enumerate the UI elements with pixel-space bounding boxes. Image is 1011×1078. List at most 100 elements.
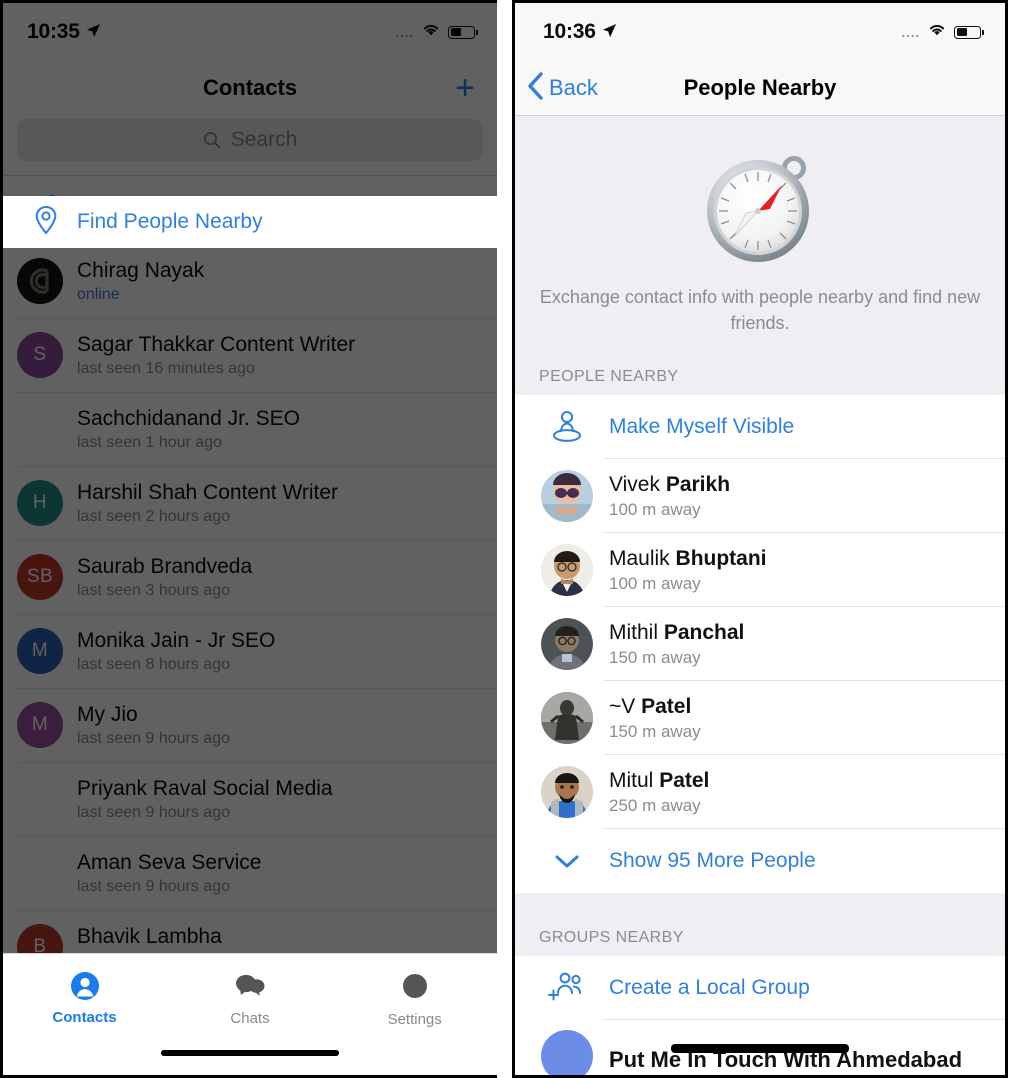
person-texts: ~V Patel 150 m away [609, 695, 701, 742]
find-people-nearby-row[interactable]: Find People Nearby [3, 196, 497, 248]
contact-name: Priyank Raval Social Media [77, 776, 333, 800]
page-title: Contacts [202, 75, 298, 100]
person-texts: Maulik Bhuptani 100 m away [609, 547, 767, 594]
contact-name: Monika Jain - Jr SEO [77, 628, 276, 652]
person-nearby-row[interactable]: Vivek Parikh 100 m away [515, 459, 1005, 534]
add-contact-button[interactable]: + [455, 71, 475, 105]
chevron-down-icon [541, 851, 593, 871]
status-indicators-right: .... [901, 22, 984, 42]
people-nearby-section-header: PEOPLE NEARBY [515, 358, 1005, 396]
wifi-icon [927, 22, 947, 42]
person-nearby-row[interactable]: Mitul Patel 250 m away [515, 755, 1005, 830]
search-placeholder: Search [230, 128, 298, 151]
person-nearby-row[interactable]: ~V Patel 150 m away [515, 681, 1005, 756]
contact-status: last seen 3 hours ago [77, 581, 230, 599]
person-distance: 100 m away [609, 573, 701, 593]
signal-dots-icon: .... [901, 24, 920, 40]
people-nearby-card: Make Myself Visible Vivek Parikh 100 m aw… [515, 395, 1005, 894]
hero-section: Exchange contact info with people nearby… [515, 116, 1005, 359]
person-distance: 250 m away [609, 795, 701, 815]
contact-status: last seen 9 hours ago [77, 729, 230, 747]
groups-nearby-section-header: GROUPS NEARBY [515, 919, 1005, 957]
home-indicator-top [161, 1050, 339, 1056]
section-gap [515, 893, 1005, 920]
contact-name: Aman Seva Service [77, 850, 262, 874]
chevron-left-icon [527, 71, 545, 106]
tab-settings[interactable]: Settings [332, 971, 497, 1028]
contact-status: last seen 16 minutes ago [77, 359, 255, 377]
hero-description: Exchange contact info with people nearby… [539, 287, 981, 333]
tab-settings-label: Settings [387, 1010, 442, 1028]
find-people-nearby-label: Find People Nearby [77, 210, 263, 233]
person-name: ~V Patel [609, 695, 701, 719]
right-nav-bar: Back People Nearby [515, 61, 1005, 116]
status-time: 10:35 [27, 20, 80, 43]
chat-bubbles-icon [234, 972, 266, 1005]
search-icon [203, 131, 221, 149]
person-name: Vivek Parikh [609, 473, 730, 497]
avatar: H [17, 480, 63, 526]
person-pin-icon [541, 408, 593, 446]
show-more-people-row[interactable]: Show 95 More People [515, 829, 1005, 893]
left-search-wrap: Search [3, 115, 497, 175]
search-input[interactable]: Search [17, 119, 483, 161]
person-last-name: Patel [641, 694, 692, 718]
contact-texts: Harshil Shah Content Writer last seen 2 h… [77, 481, 338, 526]
avatar: M [17, 628, 63, 674]
people-rows: Vivek Parikh 100 m away Maulik Bhuptani 100… [515, 459, 1005, 830]
contact-texts: My Jio last seen 9 hours ago [77, 703, 230, 748]
contact-texts: Saurab Brandveda last seen 3 hours ago [77, 555, 252, 600]
compass-icon [701, 148, 819, 271]
left-status-bar: 10:35 .... [3, 3, 497, 61]
tab-contacts-highlighted[interactable]: Contacts [33, 967, 136, 1029]
person-name: Maulik Bhuptani [609, 547, 767, 571]
person-circle-icon [70, 971, 100, 1006]
back-button[interactable]: Back [515, 71, 598, 106]
contact-texts: Sachchidanand Jr. SEO last seen 1 hour ag… [77, 407, 300, 452]
contact-list-item[interactable]: Chirag Nayak online [3, 244, 497, 318]
contact-list-item[interactable]: Sachchidanand Jr. SEO last seen 1 hour ag… [3, 392, 497, 466]
right-status-bar: 10:36 .... [515, 3, 1005, 61]
contact-name: Bhavik Lambha [77, 924, 222, 948]
contact-name: Chirag Nayak [77, 258, 205, 282]
contact-name: Sachchidanand Jr. SEO [77, 406, 300, 430]
person-distance: 100 m away [609, 499, 701, 519]
home-indicator-right [671, 1044, 849, 1053]
person-last-name: Parikh [665, 472, 731, 496]
person-nearby-row[interactable]: Mithil Panchal 150 m away [515, 607, 1005, 682]
contact-list-item[interactable]: M Monika Jain - Jr SEO last seen 8 hours a… [3, 614, 497, 688]
contact-name: Saurab Brandveda [77, 554, 253, 578]
person-texts: Mitul Patel 250 m away [609, 769, 709, 816]
person-name: Mithil Panchal [609, 621, 744, 645]
contact-status: last seen 9 hours ago [77, 803, 230, 821]
signal-dots-icon: .... [395, 24, 414, 40]
contact-list-item[interactable]: M My Jio last seen 9 hours ago [3, 688, 497, 762]
contact-texts: Aman Seva Service last seen 9 hours ago [77, 851, 261, 896]
person-first-name: ~V [609, 694, 636, 718]
create-local-group-row[interactable]: Create a Local Group [515, 956, 1005, 1021]
person-nearby-row[interactable]: Maulik Bhuptani 100 m away [515, 533, 1005, 608]
contact-list-item[interactable]: Priyank Raval Social Media last seen 9 ho… [3, 762, 497, 836]
person-first-name: Mithil [609, 620, 659, 644]
person-first-name: Vivek [609, 472, 660, 496]
contact-list-item[interactable]: S Sagar Thakkar Content Writer last seen 1… [3, 318, 497, 392]
person-avatar [541, 618, 593, 671]
right-phone-screen: 10:36 .... Back People Nearby Exchange c… [512, 0, 1008, 1078]
make-myself-visible-row[interactable]: Make Myself Visible [515, 395, 1005, 460]
person-texts: Mithil Panchal 150 m away [609, 621, 744, 668]
status-time-group: 10:35 [27, 20, 101, 44]
avatar [17, 850, 63, 896]
tab-chats[interactable]: Chats [168, 972, 333, 1027]
contact-list-item[interactable]: SB Saurab Brandveda last seen 3 hours ago [3, 540, 497, 614]
contact-status: last seen 9 hours ago [77, 877, 230, 895]
contact-name: Harshil Shah Content Writer [77, 480, 339, 504]
contact-texts: Sagar Thakkar Content Writer last seen 16… [77, 333, 355, 378]
contact-texts: Priyank Raval Social Media last seen 9 ho… [77, 777, 333, 822]
contact-status: online [77, 285, 120, 303]
battery-icon [448, 25, 478, 39]
left-nav-bar: Contacts + [3, 61, 497, 115]
contact-list-item[interactable]: H Harshil Shah Content Writer last seen 2 … [3, 466, 497, 540]
status-time-right: 10:36 [543, 20, 596, 43]
avatar: M [17, 702, 63, 748]
contact-list-item[interactable]: Aman Seva Service last seen 9 hours ago [3, 836, 497, 910]
